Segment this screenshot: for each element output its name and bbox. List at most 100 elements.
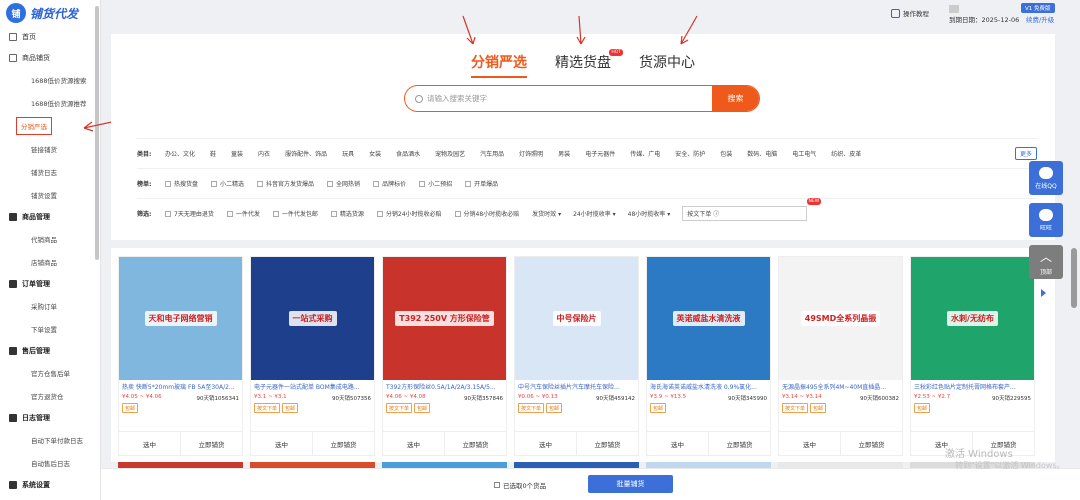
pickup24-select[interactable]: 24小时揽收率 ▾ — [573, 209, 616, 218]
list-now-button[interactable]: 立即铺货 — [840, 432, 902, 455]
list-checkbox[interactable]: 全网热销 — [327, 179, 360, 188]
product-card[interactable]: 中号保险片 中号汽车保险丝插片汽车摩托车保险... ¥0.06 ~ ¥0.13 90天… — [514, 256, 639, 456]
sidebar-section-aftersale[interactable]: 售后管理 — [0, 340, 100, 361]
filter-checkbox[interactable]: 一件代发包邮 — [272, 209, 318, 218]
category-item[interactable]: 服饰配件、饰品 — [285, 149, 327, 158]
category-item[interactable]: 电工电气 — [792, 149, 816, 158]
product-image[interactable]: 天和电子网络营销 — [119, 257, 242, 380]
shipping-select[interactable]: 发货时效 ▾ — [532, 209, 561, 218]
list-checkbox[interactable]: 品牌标价 — [373, 179, 406, 188]
category-item[interactable]: 女装 — [369, 149, 381, 158]
select-button[interactable]: 选中 — [119, 432, 180, 455]
back-to-top-button[interactable]: ︿ 顶部 — [1029, 245, 1063, 279]
product-title[interactable]: 热卖 快断5*20mm玻璃 FB 5A至30A/2... — [119, 380, 242, 391]
select-button[interactable]: 选中 — [647, 432, 708, 455]
list-checkbox[interactable]: 热搜货盘 — [165, 179, 198, 188]
select-button[interactable]: 选中 — [515, 432, 576, 455]
wangwang-button[interactable]: 旺旺 — [1029, 203, 1063, 237]
product-image[interactable]: 水刺/无纺布 — [911, 257, 1034, 380]
product-title[interactable]: 中号汽车保险丝插片汽车摩托车保险... — [515, 380, 638, 391]
sidebar-item-purchase[interactable]: 采购订单 — [0, 294, 100, 317]
list-now-button[interactable]: 立即铺货 — [576, 432, 638, 455]
list-now-button[interactable]: 立即铺货 — [708, 432, 770, 455]
filter-checkbox[interactable]: 分销24小时揽收必赔 — [376, 209, 442, 218]
select-button[interactable]: 选中 — [251, 432, 312, 455]
category-item[interactable]: 电子元器件 — [585, 149, 615, 158]
category-item[interactable]: 鞋 — [210, 149, 216, 158]
product-title[interactable]: 三秋彩红色贴片定制托膏网格布套产... — [911, 380, 1034, 391]
list-now-button[interactable]: 立即铺货 — [312, 432, 374, 455]
tab-source-center[interactable]: 货源中心 — [639, 52, 695, 78]
page-scrollbar[interactable] — [1071, 248, 1077, 308]
tab-selection[interactable]: 分销严选 — [471, 52, 527, 78]
category-item[interactable]: 汽车用品 — [480, 149, 504, 158]
list-now-button[interactable]: 立即铺货 — [444, 432, 506, 455]
product-image[interactable]: 一站式采购 — [251, 257, 374, 380]
product-card[interactable]: 天和电子网络营销 热卖 快断5*20mm玻璃 FB 5A至30A/2... ¥4.0… — [118, 256, 243, 456]
product-title[interactable]: 海氏海诺英诺威盐水清洗液 0.9%氯化... — [647, 380, 770, 391]
help-link[interactable]: 操作教程 — [891, 8, 929, 18]
category-item[interactable]: 食品酒水 — [396, 149, 420, 158]
product-title[interactable]: T392方形保险丝0.5A/1A/2A/3.15A/5... — [383, 380, 506, 391]
list-checkbox[interactable]: 小二精选 — [211, 179, 244, 188]
product-card[interactable]: 49SMD全系列晶振 无源晶振495全系列4M~40M直插晶... ¥3.14 ~ … — [778, 256, 903, 456]
search-input[interactable]: 请输入搜索关键字 — [405, 86, 712, 111]
tab-featured[interactable]: 精选货盘 HOT — [555, 49, 623, 78]
category-item[interactable]: 玩具 — [342, 149, 354, 158]
filter-checkbox[interactable]: 一件代发 — [226, 209, 260, 218]
sidebar-section-system[interactable]: 系统设置 — [0, 474, 100, 495]
category-item[interactable]: 童装 — [231, 149, 243, 158]
sidebar-item-return[interactable]: 官方退货仓 — [0, 384, 100, 407]
more-categories-button[interactable]: 更多 — [1014, 147, 1037, 160]
filter-checkbox[interactable]: 分销48小时揽收必赔 — [454, 209, 519, 218]
product-title[interactable]: 电子元器件一站式配单 BOM集成电路... — [251, 380, 374, 391]
category-item[interactable]: 宠物及园艺 — [435, 149, 465, 158]
sidebar-item-auto-aftersale-log[interactable]: 自动售后日志 — [0, 451, 100, 474]
list-checkbox[interactable]: 小二预招 — [419, 179, 452, 188]
renew-link[interactable]: 续费/升级 — [1026, 14, 1054, 24]
sort-select[interactable]: 按文下单 ⓘ NEW — [682, 198, 822, 221]
sidebar-item-aftersale-order[interactable]: 官方仓售后单 — [0, 361, 100, 384]
list-now-button[interactable]: 立即铺货 — [180, 432, 242, 455]
qq-button[interactable]: 在线QQ — [1029, 161, 1063, 195]
filter-checkbox[interactable]: 7天无理由退货 — [165, 209, 214, 218]
sidebar-item-auto-order-log[interactable]: 自动下单付款日志 — [0, 428, 100, 451]
list-checkbox[interactable]: 抖音官方发货爆品 — [257, 179, 314, 188]
product-image[interactable]: 中号保险片 — [515, 257, 638, 380]
pickup48-select[interactable]: 48小时揽收率 ▾ — [628, 209, 671, 218]
product-card[interactable]: 英诺威盐水清洗液 海氏海诺英诺威盐水清洗液 0.9%氯化... ¥3.9 ~ ¥13… — [646, 256, 771, 456]
sidebar-section-order[interactable]: 订单管理 — [0, 273, 100, 294]
category-item[interactable]: 办公、文化 — [165, 149, 195, 158]
batch-list-button[interactable]: 批量铺货 — [588, 475, 673, 493]
product-title[interactable]: 无源晶振495全系列4M~40M直插晶... — [779, 380, 902, 391]
product-image[interactable]: T392 250V 方形保险管 — [383, 257, 506, 380]
sidebar-item-settings[interactable]: 铺货设置 — [0, 183, 100, 206]
product-card[interactable]: T392 250V 方形保险管 T392方形保险丝0.5A/1A/2A/3.15A… — [382, 256, 507, 456]
sidebar-item-home[interactable]: 首页 — [0, 26, 100, 47]
category-item[interactable]: 传媒、广电 — [630, 149, 660, 158]
scroll-right-icon[interactable] — [1041, 289, 1046, 297]
product-card[interactable]: 一站式采购 电子元器件一站式配单 BOM集成电路... ¥3.1 ~ ¥3.1 90天… — [250, 256, 375, 456]
category-item[interactable]: 内衣 — [258, 149, 270, 158]
category-item[interactable]: 男装 — [558, 149, 570, 158]
search-button[interactable]: 搜索 — [712, 86, 759, 111]
sidebar-section-goods[interactable]: 商品铺货 — [0, 47, 100, 68]
sidebar-item-order-settings[interactable]: 下单设置 — [0, 317, 100, 340]
sidebar-item-link[interactable]: 链接铺货 — [0, 137, 100, 160]
sidebar-item-search[interactable]: 1688低价货源搜索 — [0, 68, 100, 91]
sidebar-item-consign[interactable]: 代销商品 — [0, 227, 100, 250]
category-item[interactable]: 包装 — [720, 149, 732, 158]
sidebar-section-log[interactable]: 日志管理 — [0, 407, 100, 428]
select-button[interactable]: 选中 — [383, 432, 444, 455]
product-image[interactable]: 49SMD全系列晶振 — [779, 257, 902, 380]
product-image[interactable]: 英诺威盐水清洗液 — [647, 257, 770, 380]
list-checkbox[interactable]: 开单爆品 — [465, 179, 498, 188]
app-logo[interactable]: 铺 铺货代发 — [0, 0, 100, 26]
sidebar-item-log[interactable]: 铺货日志 — [0, 160, 100, 183]
category-item[interactable]: 纺织、皮革 — [831, 149, 861, 158]
category-item[interactable]: 安全、防护 — [675, 149, 705, 158]
category-item[interactable]: 灯饰照明 — [519, 149, 543, 158]
product-card[interactable]: 水刺/无纺布 三秋彩红色贴片定制托膏网格布套产... ¥2.53 ~ ¥2.7 90天… — [910, 256, 1035, 456]
select-all-checkbox[interactable]: 已选取0个货品 — [494, 480, 546, 490]
sidebar-item-store[interactable]: 店铺商品 — [0, 250, 100, 273]
